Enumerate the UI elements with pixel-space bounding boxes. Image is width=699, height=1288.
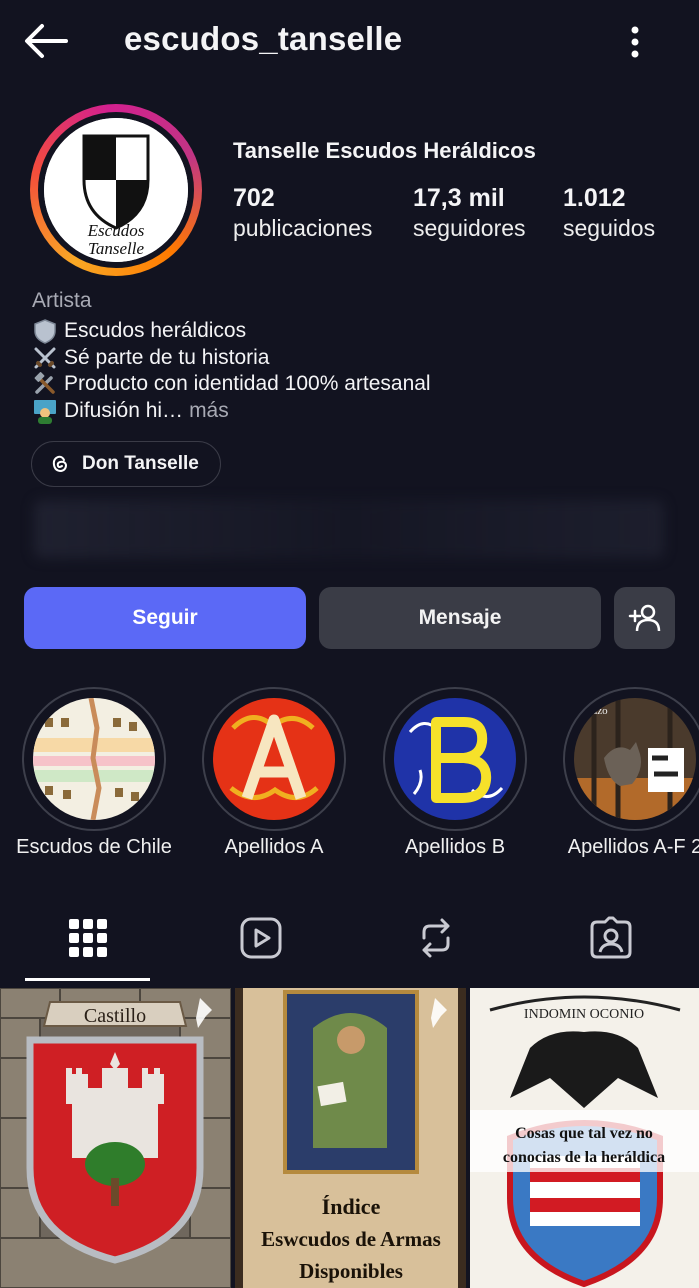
post-caption-line: Cosas que tal vez no (515, 1125, 653, 1142)
avatar-text-1: Escudos (87, 221, 145, 240)
bio-text: Difusión hi… (64, 399, 184, 422)
highlight-label: Apellidos A-F 2 (567, 836, 699, 858)
display-name: Tanselle Escudos Heráldicos (233, 138, 536, 163)
stat-posts[interactable]: 702 publicaciones (233, 184, 372, 242)
tagged-icon (590, 916, 632, 959)
stat-posts-value: 702 (233, 184, 275, 212)
post-text-line: Eswcudos de Armas (261, 1227, 441, 1251)
stat-following-value: 1.012 (563, 184, 626, 212)
bio-more-link[interactable]: más (189, 399, 229, 423)
more-options-icon[interactable] (620, 22, 650, 62)
tab-tagged[interactable] (583, 912, 639, 964)
highlight-apellidos-b[interactable] (383, 687, 527, 831)
back-arrow-icon[interactable] (22, 22, 70, 60)
post-banner-text: INDOMIN OCONIO (524, 1007, 644, 1022)
highlight-escudos-de-chile[interactable] (22, 687, 166, 831)
bio-text: Escudos heráldicos (64, 319, 247, 342)
highlight-thumbnail (33, 698, 155, 820)
reels-icon (240, 917, 282, 959)
stat-followers-label: seguidores (413, 215, 526, 241)
highlight-apellidos-a[interactable] (202, 687, 346, 831)
post-caption-line: conocias de la heráldica (503, 1149, 665, 1166)
highlight-label: Apellidos A (224, 836, 324, 858)
bio-line: Difusión hi… más (32, 398, 229, 424)
post-banner-text: Castillo (84, 1005, 146, 1027)
shield-icon (34, 319, 56, 344)
threads-link-chip[interactable]: Don Tanselle (31, 441, 221, 487)
highlight-thumbnail: Erazo (574, 698, 696, 820)
avatar-text-2: Tanselle (88, 239, 145, 258)
post-text-line: Disponibles (299, 1259, 403, 1283)
tab-reposts[interactable] (408, 912, 464, 964)
message-button[interactable]: Mensaje (319, 587, 601, 649)
bio-line: Producto con identidad 100% artesanal (32, 371, 431, 397)
add-user-icon (628, 604, 660, 632)
hammer-wrench-icon (34, 372, 55, 394)
follow-button[interactable]: Seguir (24, 587, 306, 649)
checkered-shield-logo: Escudos Tanselle (44, 118, 188, 262)
threads-icon (52, 455, 68, 473)
crossed-swords-icon (34, 347, 56, 369)
profile-username: escudos_tanselle (124, 20, 403, 57)
stat-followers-value: 17,3 mil (413, 184, 505, 212)
blurred-followers-preview (34, 500, 664, 558)
bio-text: Producto con identidad 100% artesanal (64, 372, 431, 395)
stat-posts-label: publicaciones (233, 215, 373, 241)
highlight-label: Apellidos B (404, 836, 506, 858)
highlight-thumbnail (213, 698, 335, 820)
post-text-line: Índice (322, 1194, 381, 1219)
reposts-icon (422, 918, 450, 958)
teacher-icon (34, 400, 56, 424)
profile-category: Artista (32, 289, 92, 312)
post-tile-heraldica[interactable]: INDOMIN OCONIO Cosas que tal vez no cono… (470, 988, 699, 1288)
grid-icon (69, 919, 107, 957)
highlight-apellidos-a-f-2[interactable]: Erazo (563, 687, 699, 831)
post-tile-indice[interactable]: Índice Eswcudos de Armas Disponibles (235, 988, 466, 1288)
threads-link-label: Don Tanselle (82, 453, 199, 474)
tab-posts-grid[interactable] (60, 912, 116, 964)
stat-following[interactable]: 1.012 seguidos (563, 184, 655, 242)
avatar[interactable]: Escudos Tanselle (44, 118, 188, 262)
post-tile-castillo[interactable]: Castillo (0, 988, 231, 1288)
highlight-thumbnail (394, 698, 516, 820)
bio-line: Escudos heráldicos (32, 318, 246, 344)
bio-line: Sé parte de tu historia (32, 345, 269, 371)
tab-selected-indicator (25, 978, 150, 981)
stat-following-label: seguidos (563, 215, 656, 241)
tab-reels[interactable] (233, 912, 289, 964)
suggested-users-button[interactable] (614, 587, 675, 649)
highlight-corner-text: Erazo (582, 705, 608, 717)
stat-followers[interactable]: 17,3 mil seguidores (413, 184, 526, 242)
highlight-label: Escudos de Chile (16, 836, 172, 858)
bio-text: Sé parte de tu historia (64, 346, 270, 369)
